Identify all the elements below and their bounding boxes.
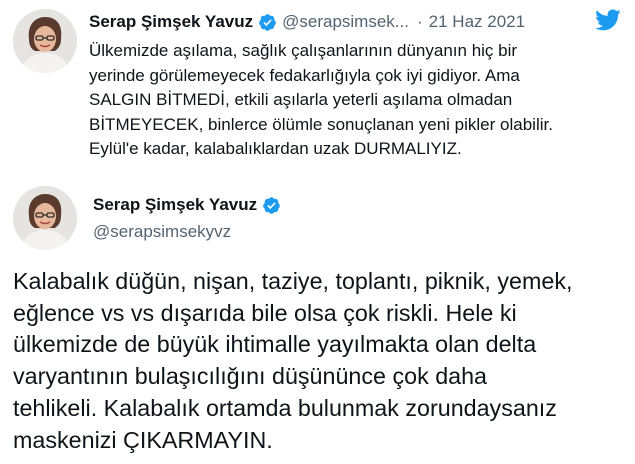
author-name[interactable]: Serap Şimşek Yavuz [89,11,253,33]
avatar-portrait-icon [13,186,77,250]
avatar[interactable] [13,186,77,250]
author-name[interactable]: Serap Şimşek Yavuz [93,194,257,216]
tweet-main-text: Kalabalık düğün, nişan, taziye, toplantı… [13,268,573,453]
verified-badge-icon [263,196,280,214]
author-handle[interactable]: @serapsimsek... [282,11,409,33]
twitter-bird-icon[interactable] [595,9,621,31]
tweet-date[interactable]: 21 Haz 2021 [429,11,525,33]
tweet-main-header: Serap Şimşek Yavuz [93,194,286,216]
separator-dot: · [416,12,423,31]
author-handle[interactable]: @serapsimsekyvz [93,221,231,243]
tweet-embed-header: Serap Şimşek Yavuz @serapsimsek... · 21 … [89,9,621,33]
avatar-portrait-icon [13,9,77,73]
verified-badge-icon [259,13,276,31]
avatar[interactable] [13,9,77,73]
tweet-embed-text: Ülkemizde aşılama, sağlık çalışanlarının… [89,41,553,158]
